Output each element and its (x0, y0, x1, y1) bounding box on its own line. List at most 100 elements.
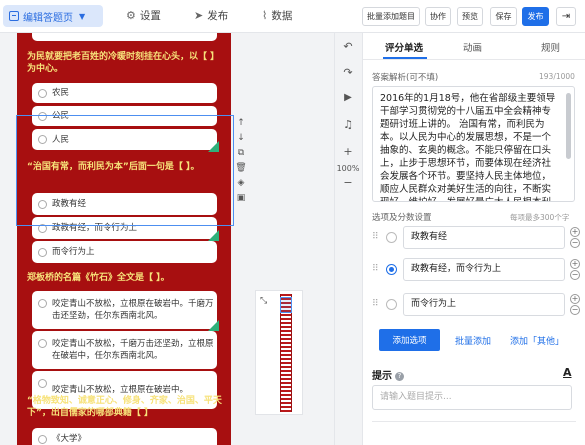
move-up-icon[interactable]: ↑ (237, 116, 245, 131)
question-2-option-2[interactable]: 政教有经，而令行为上 (32, 217, 219, 241)
batch-add-options-button[interactable]: 批量添加 (455, 334, 491, 347)
question-4-option-1[interactable]: 《大学》 (32, 428, 217, 445)
add-option-icon[interactable]: + (570, 227, 580, 237)
question-1-option-3[interactable]: 人民 (32, 129, 219, 152)
drag-handle-icon[interactable]: ⠿ (372, 264, 379, 274)
textarea-scrollbar[interactable] (566, 93, 571, 159)
correct-option-radio[interactable] (386, 299, 397, 310)
drag-handle-icon[interactable]: ⠿ (372, 232, 379, 242)
radio-icon (38, 223, 47, 233)
question-1-title[interactable]: 为民就要把老百姓的冷暖时刻挂在心头，以【 】为中心。 (27, 51, 223, 75)
collapse-icon[interactable]: ⤡ (260, 296, 267, 306)
question-4-title[interactable]: “格物致知、诚意正心、修身、齐家、治国、平天下”，出自儒家的哪部典籍【 】 (27, 395, 223, 419)
copy-icon[interactable]: ⧉ (238, 146, 244, 161)
tab-scored-single-choice[interactable]: 评分单选 (385, 40, 423, 54)
chevron-down-icon[interactable]: ▼ (79, 12, 85, 21)
correct-option-radio[interactable] (386, 264, 397, 275)
save-button[interactable]: 保存 (490, 7, 517, 26)
option-label: 人民 (52, 134, 70, 145)
analysis-label: 答案解析(可不填) (372, 73, 439, 83)
question-2-option-3[interactable]: 而令行为上 (32, 241, 217, 263)
page-thumbnail-strip[interactable] (280, 294, 292, 412)
zoom-out-icon[interactable]: − (335, 176, 361, 189)
edit-icon (9, 11, 19, 21)
help-icon[interactable]: ? (395, 372, 404, 381)
options-label: 选项及分数设置 (372, 213, 432, 223)
text-format-icon[interactable]: A (563, 366, 572, 379)
radio-icon (38, 111, 47, 121)
option-input[interactable]: 政教有经 (403, 226, 565, 249)
remove-option-icon[interactable]: − (570, 305, 580, 315)
music-icon[interactable]: ♫ (335, 118, 361, 131)
exit-icon[interactable]: ⇥ (556, 7, 576, 26)
play-icon[interactable]: ▶ (335, 92, 361, 103)
option-label: 政教有经 (52, 199, 87, 209)
tab-animation[interactable]: 动画 (463, 40, 482, 54)
survey-canvas[interactable]: 为民就要把老百姓的冷暖时刻挂在心头，以【 】为中心。 农民 公民 人民 “治国有… (17, 33, 231, 445)
chart-icon: ⌇ (262, 9, 268, 22)
question-toolbar: ↑ ↓ ⧉ 🗑 ◈ ▣ (234, 116, 248, 206)
nav-settings-label: 设置 (139, 10, 161, 22)
layers-icon[interactable]: ◈ (238, 176, 245, 191)
question-1-option-1[interactable]: 农民 (32, 83, 217, 103)
drag-handle-icon[interactable]: ⠿ (372, 299, 379, 309)
nav-publish[interactable]: ➤ 发布 (194, 8, 228, 23)
hint-input[interactable]: 请输入题目提示... (372, 385, 572, 410)
move-down-icon[interactable]: ↓ (237, 131, 245, 146)
hint-label: 提示 (372, 371, 392, 382)
question-3-title[interactable]: 郑板桥的名篇《竹石》全文是【 】。 (27, 272, 223, 284)
radio-icon (38, 88, 47, 98)
remove-option-icon[interactable]: − (570, 270, 580, 280)
option-label: 而令行为上 (52, 247, 95, 257)
batch-add-questions-button[interactable]: 批量添加题目 (362, 7, 420, 26)
add-option-button[interactable]: 添加选项 (379, 329, 440, 351)
preview-button[interactable]: 预览 (457, 7, 483, 26)
divider (372, 421, 576, 422)
remove-option-icon[interactable]: − (570, 238, 580, 248)
list-item[interactable] (32, 33, 217, 41)
radio-icon (38, 199, 47, 209)
nav-settings[interactable]: ⚙ 设置 (126, 8, 161, 23)
publish-button[interactable]: 发布 (522, 7, 549, 26)
gear-icon: ⚙ (126, 9, 136, 22)
question-3-option-1[interactable]: 咬定青山不放松，立根原在破岩中。千磨万击还坚劲，任尔东西南北风。 (32, 291, 219, 331)
question-1-option-2[interactable]: 公民 (32, 106, 217, 126)
zoom-in-icon[interactable]: + (335, 145, 361, 158)
add-option-icon[interactable]: + (570, 259, 580, 269)
option-label: 政教有经，而令行为上 (52, 223, 138, 233)
question-2-option-1[interactable]: 政教有经 (32, 193, 217, 215)
edit-page-tab-label: 编辑答题页 (23, 12, 73, 24)
question-2-title[interactable]: “治国有常，而利民为本”后面一句是【 】。 (27, 161, 223, 173)
edit-page-tab[interactable]: 编辑答题页 ▼ (3, 5, 103, 27)
panel-tabs: 评分单选 动画 规则 (363, 33, 585, 60)
correct-option-radio[interactable] (386, 232, 397, 243)
radio-icon (38, 434, 47, 444)
analysis-counter: 193/1000 (539, 72, 575, 81)
nav-data-label: 数据 (271, 10, 293, 22)
add-other-option-button[interactable]: 添加「其他」 (510, 334, 564, 347)
option-input[interactable]: 政教有经，而令行为上 (403, 258, 565, 281)
save-template-icon[interactable]: ▣ (237, 191, 246, 206)
settings-panel: 评分单选 动画 规则 答案解析(可不填) 193/1000 2016年的1月18… (362, 33, 585, 445)
collaborate-button[interactable]: 协作 (425, 7, 451, 26)
canvas-tools: ↶ ↷ ▶ ♫ + 100% − (334, 33, 360, 445)
question-3-option-2[interactable]: 咬定青山不放松，千磨万击还坚劲，立根原在破岩中，任尔东西南北风。 (32, 331, 217, 369)
nav-data[interactable]: ⌇ 数据 (262, 8, 292, 23)
option-input[interactable]: 而令行为上 (403, 293, 565, 316)
analysis-textarea[interactable]: 2016年的1月18号，他在省部级主要领导干部学习贯彻党的十八届五中全会精神专题… (372, 86, 575, 202)
option-label: 咬定青山不放松，千磨万击还坚劲，立根原在破岩中，任尔东西南北风。 (52, 339, 214, 361)
redo-icon[interactable]: ↷ (335, 66, 361, 79)
zoom-level: 100% (336, 164, 360, 173)
tab-rules[interactable]: 规则 (541, 40, 560, 54)
add-option-icon[interactable]: + (570, 294, 580, 304)
delete-icon[interactable]: 🗑 (235, 161, 246, 176)
viewport-indicator[interactable] (280, 297, 292, 313)
nav-publish-label: 发布 (207, 10, 229, 22)
undo-icon[interactable]: ↶ (335, 40, 361, 53)
hint-title: 提示? (372, 367, 404, 382)
option-row-1: ⠿ 政教有经 + − (372, 226, 582, 250)
page-overview: ⤡ (255, 290, 303, 415)
option-label: 《大学》 (52, 434, 87, 444)
radio-icon (38, 339, 47, 348)
option-row-2: ⠿ 政教有经，而令行为上 + − (372, 258, 582, 282)
